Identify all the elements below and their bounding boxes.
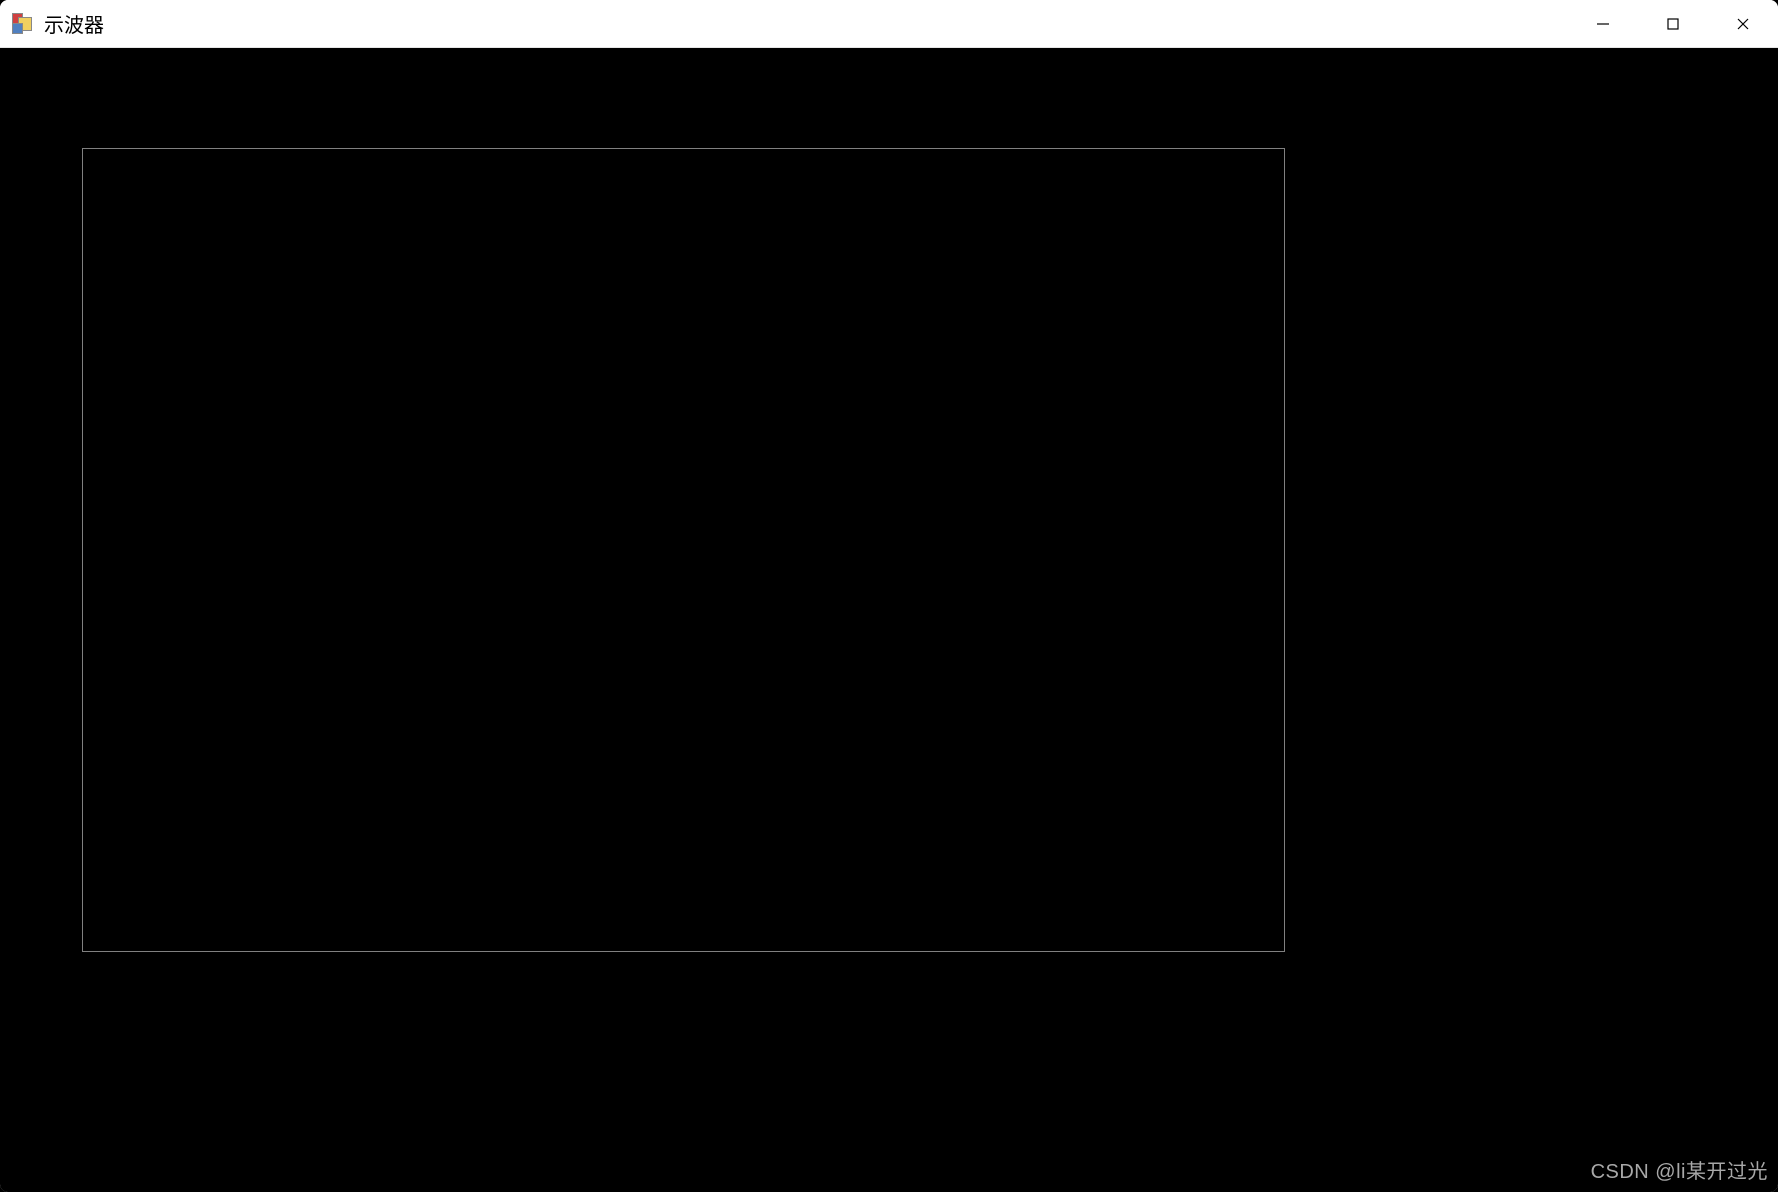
close-icon xyxy=(1735,16,1751,32)
minimize-button[interactable] xyxy=(1568,0,1638,47)
app-icon xyxy=(12,13,34,35)
window-title: 示波器 xyxy=(44,9,104,38)
close-button[interactable] xyxy=(1708,0,1778,47)
minimize-icon xyxy=(1595,16,1611,32)
client-area: CSDN @li某开过光 xyxy=(0,48,1778,1192)
watermark-text: CSDN @li某开过光 xyxy=(1591,1155,1768,1184)
window-controls xyxy=(1568,0,1778,47)
oscilloscope-display-panel xyxy=(82,148,1285,952)
maximize-button[interactable] xyxy=(1638,0,1708,47)
maximize-icon xyxy=(1665,16,1681,32)
titlebar[interactable]: 示波器 xyxy=(0,0,1778,48)
app-window: 示波器 CSDN @li某开过光 xyxy=(0,0,1778,1192)
